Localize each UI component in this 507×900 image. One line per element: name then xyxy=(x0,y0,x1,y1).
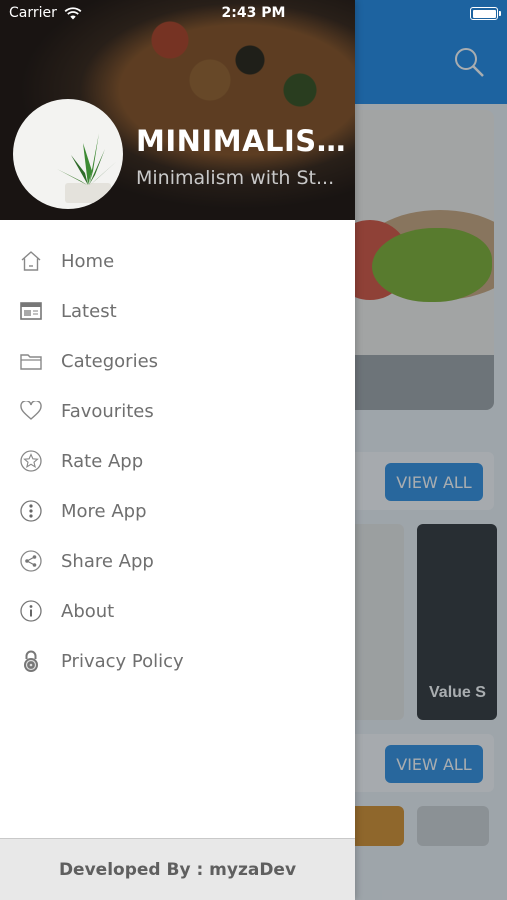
menu-item-label: Privacy Policy xyxy=(61,650,184,672)
menu-item-label: Favourites xyxy=(61,400,154,422)
drawer-footer: Developed By : myzaDev xyxy=(0,838,355,900)
menu-item-label: Rate App xyxy=(61,450,144,472)
menu-item-label: Home xyxy=(61,250,115,272)
app-avatar xyxy=(13,99,123,209)
share-icon xyxy=(19,549,43,573)
info-icon xyxy=(19,599,43,623)
status-bar: Carrier 2:43 PM xyxy=(0,0,507,28)
menu-item-label: Share App xyxy=(61,550,154,572)
navigation-drawer: MINIMALIST... Minimalism with St... Home… xyxy=(0,0,355,900)
menu-item-about[interactable]: About xyxy=(0,586,355,636)
battery-icon xyxy=(470,7,501,20)
menu-item-latest[interactable]: Latest xyxy=(0,286,355,336)
menu-item-categories[interactable]: Categories xyxy=(0,336,355,386)
menu-item-label: Latest xyxy=(61,300,117,322)
menu-item-share-app[interactable]: Share App xyxy=(0,536,355,586)
folder-icon xyxy=(19,349,43,373)
plant-icon xyxy=(57,133,117,203)
more-icon xyxy=(19,499,43,523)
star-icon xyxy=(19,449,43,473)
menu-item-label: About xyxy=(61,600,115,622)
app-subtitle: Minimalism with St... xyxy=(136,167,335,189)
lock-icon xyxy=(19,649,43,673)
menu-item-privacy-policy[interactable]: Privacy Policy xyxy=(0,636,355,686)
drawer-header: MINIMALIST... Minimalism with St... xyxy=(0,0,355,220)
menu-item-rate-app[interactable]: Rate App xyxy=(0,436,355,486)
drawer-menu: Home Latest Categories Favourites Rate A… xyxy=(0,236,355,686)
app-title: MINIMALIST... xyxy=(136,124,346,158)
latest-icon xyxy=(19,299,43,323)
developer-credit: Developed By : myzaDev xyxy=(58,859,297,880)
menu-item-label: More App xyxy=(61,500,147,522)
clock: 2:43 PM xyxy=(221,5,286,21)
menu-item-home[interactable]: Home xyxy=(0,236,355,286)
menu-item-label: Categories xyxy=(61,350,159,372)
menu-item-favourites[interactable]: Favourites xyxy=(0,386,355,436)
menu-item-more-app[interactable]: More App xyxy=(0,486,355,536)
home-icon xyxy=(19,249,43,273)
heart-icon xyxy=(19,399,43,423)
